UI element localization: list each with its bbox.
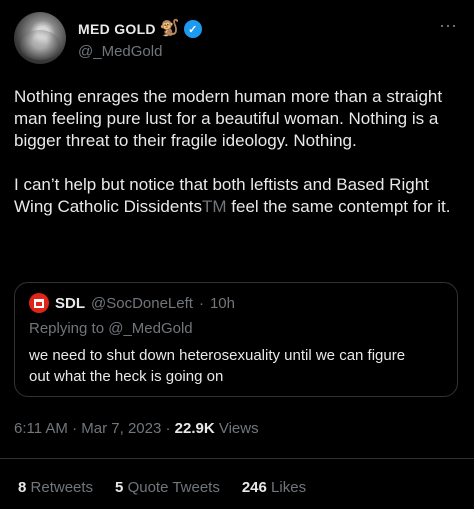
quoted-author-avatar [29,293,49,313]
tweet-stats: 8 Retweets 5 Quote Tweets 246 Likes [18,479,328,496]
tweet-time[interactable]: 6:11 AM [14,420,68,437]
quoted-separator: · [198,294,204,312]
tweet-text-end: feel the same contempt for it. [226,197,451,216]
trademark-symbol: TM [202,197,227,216]
likes-count: 246 [241,479,267,496]
divider [0,458,474,459]
quoted-timestamp: 10h [209,294,235,312]
author-avatar[interactable] [14,12,66,64]
quote-tweets-stat[interactable]: 5 Quote Tweets [115,479,220,496]
quoted-author-name: SDL [55,294,85,312]
meta-separator-2: · [165,420,171,437]
retweets-stat[interactable]: 8 Retweets [18,479,93,496]
quoted-tweet-text: we need to shut down heterosexuality unt… [29,347,406,385]
views-count: 22.9K [174,420,215,437]
author-handle[interactable]: @_MedGold [78,43,162,60]
tweet-text: Nothing enrages the modern human more th… [14,86,464,218]
monkey-emoji-icon: 🐒 [159,20,180,37]
quoted-replying-to: Replying to @_MedGold [29,320,193,337]
tweet-meta: 6:11 AM · Mar 7, 2023 · 22.9K Views [14,420,259,437]
quoted-author-handle: @SocDoneLeft [91,294,193,312]
retweets-count: 8 [18,479,27,496]
quoted-tweet[interactable]: SDL @SocDoneLeft · 10h Replying to @_Med… [14,282,458,397]
likes-label: Likes [271,479,307,496]
retweets-label: Retweets [30,479,94,496]
tweet-date[interactable]: Mar 7, 2023 [81,420,161,437]
verified-badge-icon: ✓ [183,20,202,38]
quoted-tweet-header: SDL @SocDoneLeft · 10h [29,293,235,313]
tweet-header: MED GOLD 🐒 ✓ @_MedGold ⋯ [14,12,460,66]
quote-tweets-count: 5 [115,479,124,496]
likes-stat[interactable]: 246 Likes [242,479,306,496]
author-name-row[interactable]: MED GOLD 🐒 ✓ [78,20,202,38]
views-label: Views [218,420,259,437]
meta-separator: · [72,420,78,437]
more-options-icon[interactable]: ⋯ [439,16,458,37]
author-display-name[interactable]: MED GOLD [78,21,156,37]
quote-tweets-label: Quote Tweets [127,479,220,496]
